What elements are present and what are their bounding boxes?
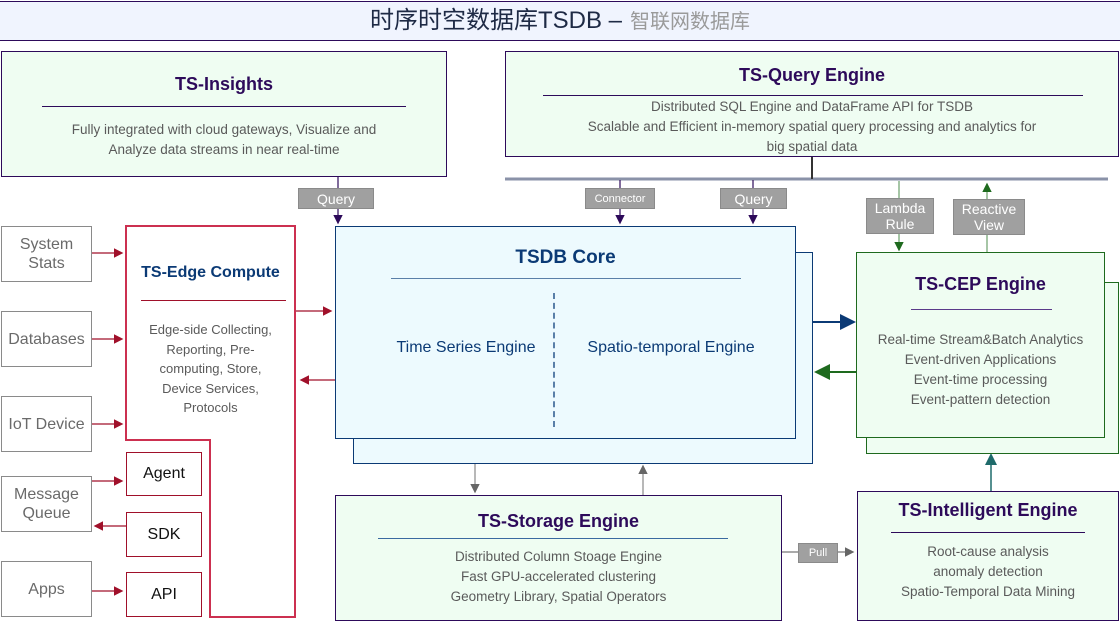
ts-insights-description: Fully integrated with cloud gateways, Vi… — [71, 122, 377, 157]
tsdb-core-box: TSDB Core Time Series Engine Spatio-temp… — [335, 226, 796, 439]
time-series-engine-label: Time Series Engine — [396, 339, 536, 356]
ts-cep-engine-title: TS-CEP Engine — [915, 274, 1046, 294]
ts-cep-engine-divider — [911, 309, 1052, 310]
ts-edge-compute-box: TS-Edge Compute Edge-side Collecting, Re… — [126, 226, 295, 436]
tsdb-core-separator — [553, 293, 555, 427]
ts-query-engine-description: Distributed SQL Engine and DataFrame API… — [587, 99, 1037, 154]
api-box: API — [126, 572, 202, 617]
ts-cep-engine-box: TS-CEP Engine Real-time Stream&Batch Ana… — [856, 252, 1105, 438]
query-tag-core: Query — [720, 188, 787, 209]
source-message-queue: Message Queue — [1, 476, 92, 532]
lambda-rule-tag: Lambda Rule — [866, 198, 934, 234]
ts-edge-compute-divider — [141, 300, 286, 301]
ts-edge-compute-description: Edge-side Collecting, Reporting, Pre- co… — [149, 322, 272, 415]
query-tag-insights: Query — [298, 188, 374, 209]
ts-intelligent-engine-divider — [891, 532, 1085, 533]
ts-edge-compute-title: TS-Edge Compute — [141, 264, 280, 281]
ts-storage-engine-description: Distributed Column Stoage Engine Fast GP… — [450, 549, 667, 604]
ts-query-engine-title: TS-Query Engine — [738, 65, 886, 85]
source-iot-device: IoT Device — [1, 396, 92, 452]
ts-query-engine-box: TS-Query Engine Distributed SQL Engine a… — [505, 51, 1119, 157]
tsdb-core-title: TSDB Core — [515, 247, 616, 268]
connector-tag: Connector — [585, 188, 655, 209]
ts-storage-engine-divider — [378, 538, 728, 539]
spatio-temporal-engine-label: Spatio-temporal Engine — [587, 339, 755, 356]
ts-intelligent-engine-title: TS-Intelligent Engine — [898, 500, 1078, 520]
ts-insights-box: TS-Insights Fully integrated with cloud … — [1, 51, 447, 177]
pull-tag: Pull — [798, 543, 838, 563]
source-databases: Databases — [1, 311, 92, 367]
ts-query-engine-divider — [543, 95, 1083, 96]
source-apps: Apps — [1, 561, 92, 617]
reactive-view-tag: Reactive View — [953, 199, 1025, 235]
ts-cep-engine-description: Real-time Stream&Batch Analytics Event-d… — [877, 332, 1084, 407]
ts-storage-engine-title: TS-Storage Engine — [477, 511, 639, 531]
ts-intelligent-engine-box: TS-Intelligent Engine Root-cause analysi… — [857, 491, 1119, 621]
ts-insights-title: TS-Insights — [175, 74, 273, 94]
ts-storage-engine-box: TS-Storage Engine Distributed Column Sto… — [335, 495, 782, 621]
ts-intelligent-engine-description: Root-cause analysis anomaly detection Sp… — [900, 544, 1076, 599]
tsdb-core-divider — [391, 278, 741, 279]
agent-box: Agent — [126, 452, 202, 496]
source-system-stats: System Stats — [1, 226, 92, 282]
sdk-box: SDK — [126, 512, 202, 557]
ts-insights-divider — [42, 106, 406, 107]
